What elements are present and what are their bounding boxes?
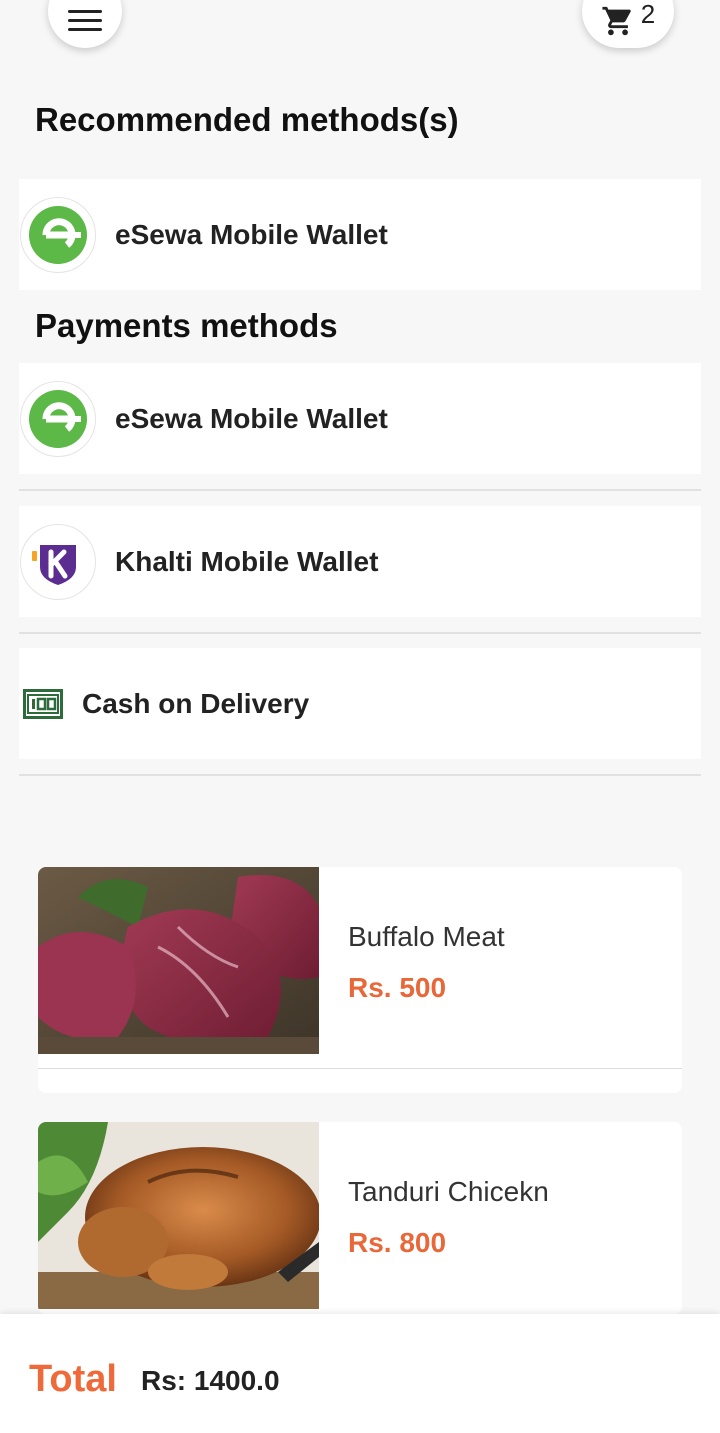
menu-button[interactable]	[48, 0, 122, 48]
payment-khalti-label: Khalti Mobile Wallet	[115, 545, 379, 577]
divider	[19, 774, 701, 776]
khalti-logo-icon	[20, 523, 96, 600]
payments-methods-title: Payments methods	[35, 307, 338, 344]
payment-esewa-option[interactable]: eSewa Mobile Wallet	[19, 363, 701, 474]
hamburger-menu-icon	[68, 10, 102, 32]
total-bar: Total Rs: 1400.0	[0, 1314, 720, 1433]
shopping-cart-icon	[602, 6, 631, 36]
buffalo-meat-image	[38, 867, 319, 1054]
payment-cash-on-delivery-option[interactable]: Cash on Delivery	[19, 648, 701, 759]
total-label: Total	[29, 1358, 117, 1400]
esewa-logo-icon	[20, 380, 96, 457]
recommended-esewa-label: eSewa Mobile Wallet	[115, 218, 388, 250]
cart-product-item[interactable]: Tanduri Chicekn Rs. 800	[38, 1122, 682, 1314]
product-divider	[38, 1068, 682, 1069]
payment-esewa-label: eSewa Mobile Wallet	[115, 402, 388, 434]
payment-cash-on-delivery-label: Cash on Delivery	[82, 687, 310, 719]
cart-button[interactable]: 2	[582, 0, 674, 48]
product-price: Rs. 800	[348, 1227, 447, 1258]
divider	[19, 632, 701, 634]
cash-icon	[23, 688, 63, 719]
esewa-logo-icon	[20, 196, 96, 273]
cart-count-badge: 2	[640, 0, 656, 29]
product-price: Rs. 500	[348, 972, 447, 1003]
divider	[19, 489, 701, 491]
product-name: Buffalo Meat	[348, 921, 505, 952]
cart-product-item[interactable]: Buffalo Meat Rs. 500	[38, 867, 682, 1093]
tanduri-chicken-image	[38, 1122, 319, 1309]
product-name: Tanduri Chicekn	[348, 1176, 549, 1207]
payment-khalti-option[interactable]: Khalti Mobile Wallet	[19, 506, 701, 617]
recommended-methods-title: Recommended methods(s)	[35, 101, 459, 138]
recommended-esewa-option[interactable]: eSewa Mobile Wallet	[19, 179, 701, 290]
total-value: Rs: 1400.0	[141, 1365, 280, 1396]
